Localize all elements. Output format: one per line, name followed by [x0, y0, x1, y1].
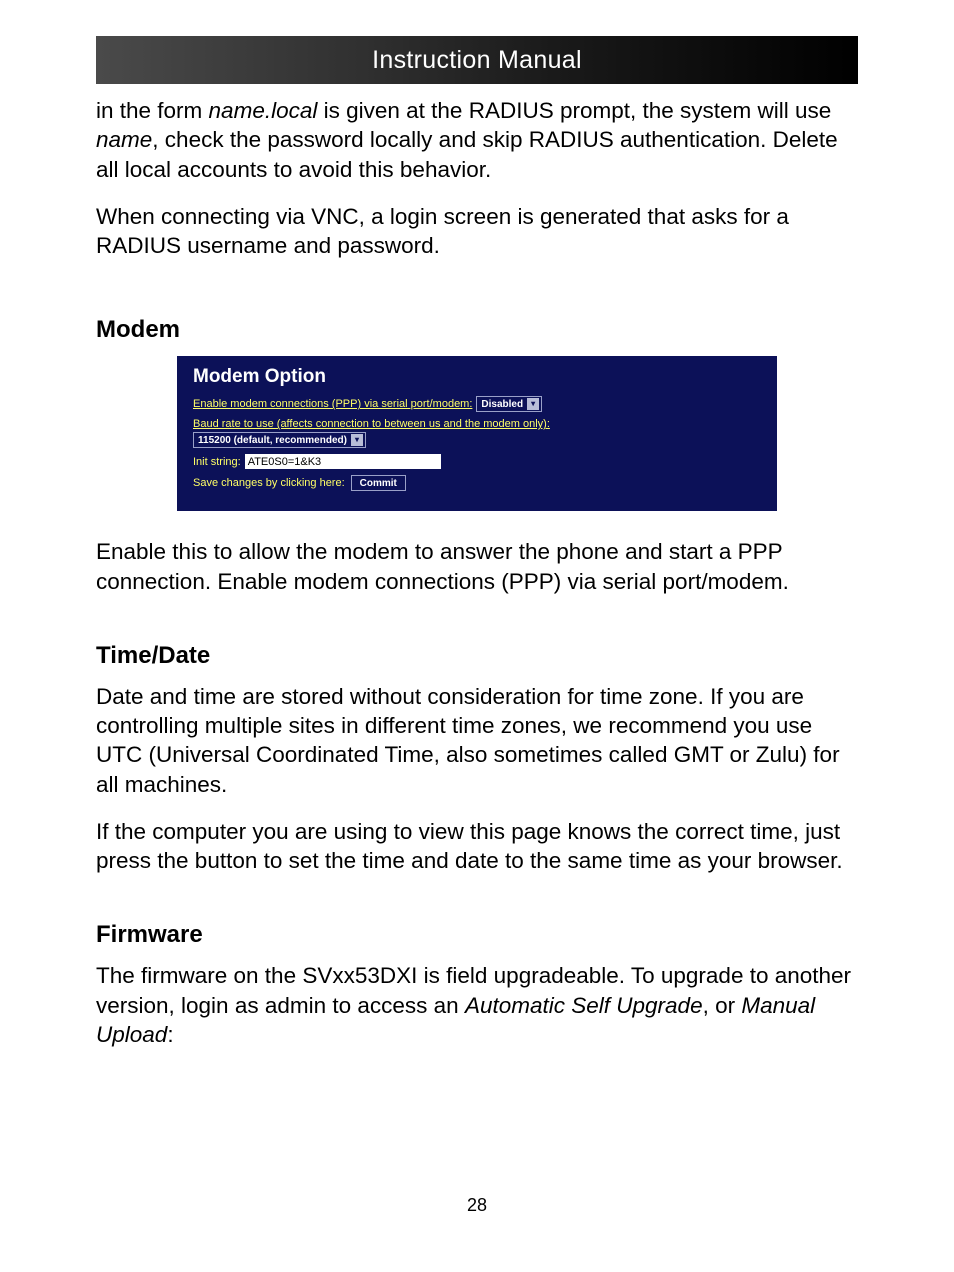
italic-namelocal: name.local — [209, 98, 318, 123]
text: is given at the RADIUS prompt, the syste… — [317, 98, 831, 123]
intro-paragraph-2: When connecting via VNC, a login screen … — [96, 202, 858, 261]
modem-description: Enable this to allow the modem to answer… — [96, 537, 858, 596]
modem-enable-select[interactable]: Disabled ▾ — [476, 396, 542, 412]
modem-init-label: Init string: — [193, 456, 241, 468]
modem-enable-row: Enable modem connections (PPP) via seria… — [193, 396, 761, 412]
modem-heading: Modem — [96, 316, 858, 344]
text: : — [167, 1022, 173, 1047]
time-heading: Time/Date — [96, 642, 858, 670]
header-title: Instruction Manual — [372, 46, 582, 75]
text: , check the password locally and skip RA… — [96, 127, 838, 181]
modem-enable-value: Disabled — [481, 399, 523, 410]
page-number: 28 — [0, 1195, 954, 1216]
modem-panel-title: Modem Option — [193, 366, 761, 388]
header-bar: Instruction Manual — [96, 36, 858, 84]
firmware-heading: Firmware — [96, 921, 858, 949]
text: in the form — [96, 98, 209, 123]
modem-baud-value: 115200 (default, recommended) — [198, 435, 347, 446]
firmware-paragraph-1: The firmware on the SVxx53DXI is field u… — [96, 961, 858, 1049]
modem-option-panel: Modem Option Enable modem connections (P… — [177, 356, 777, 511]
intro-paragraph-1: in the form name.local is given at the R… — [96, 96, 858, 184]
italic-name: name — [96, 127, 152, 152]
modem-save-label: Save changes by clicking here: — [193, 477, 345, 489]
modem-baud-row: Baud rate to use (affects connection to … — [193, 418, 761, 448]
chevron-down-icon: ▾ — [351, 434, 363, 446]
italic-autoupgrade: Automatic Self Upgrade — [465, 993, 703, 1018]
chevron-down-icon: ▾ — [527, 398, 539, 410]
modem-init-row: Init string: ATE0S0=1&K3 — [193, 454, 761, 469]
modem-baud-select[interactable]: 115200 (default, recommended) ▾ — [193, 432, 366, 448]
modem-enable-label[interactable]: Enable modem connections (PPP) via seria… — [193, 398, 472, 410]
modem-init-input[interactable]: ATE0S0=1&K3 — [245, 454, 441, 469]
modem-baud-label[interactable]: Baud rate to use (affects connection to … — [193, 418, 761, 430]
time-paragraph-2: If the computer you are using to view th… — [96, 817, 858, 876]
commit-button[interactable]: Commit — [351, 475, 406, 491]
modem-save-row: Save changes by clicking here: Commit — [193, 475, 761, 491]
time-paragraph-1: Date and time are stored without conside… — [96, 682, 858, 799]
text: , or — [703, 993, 742, 1018]
